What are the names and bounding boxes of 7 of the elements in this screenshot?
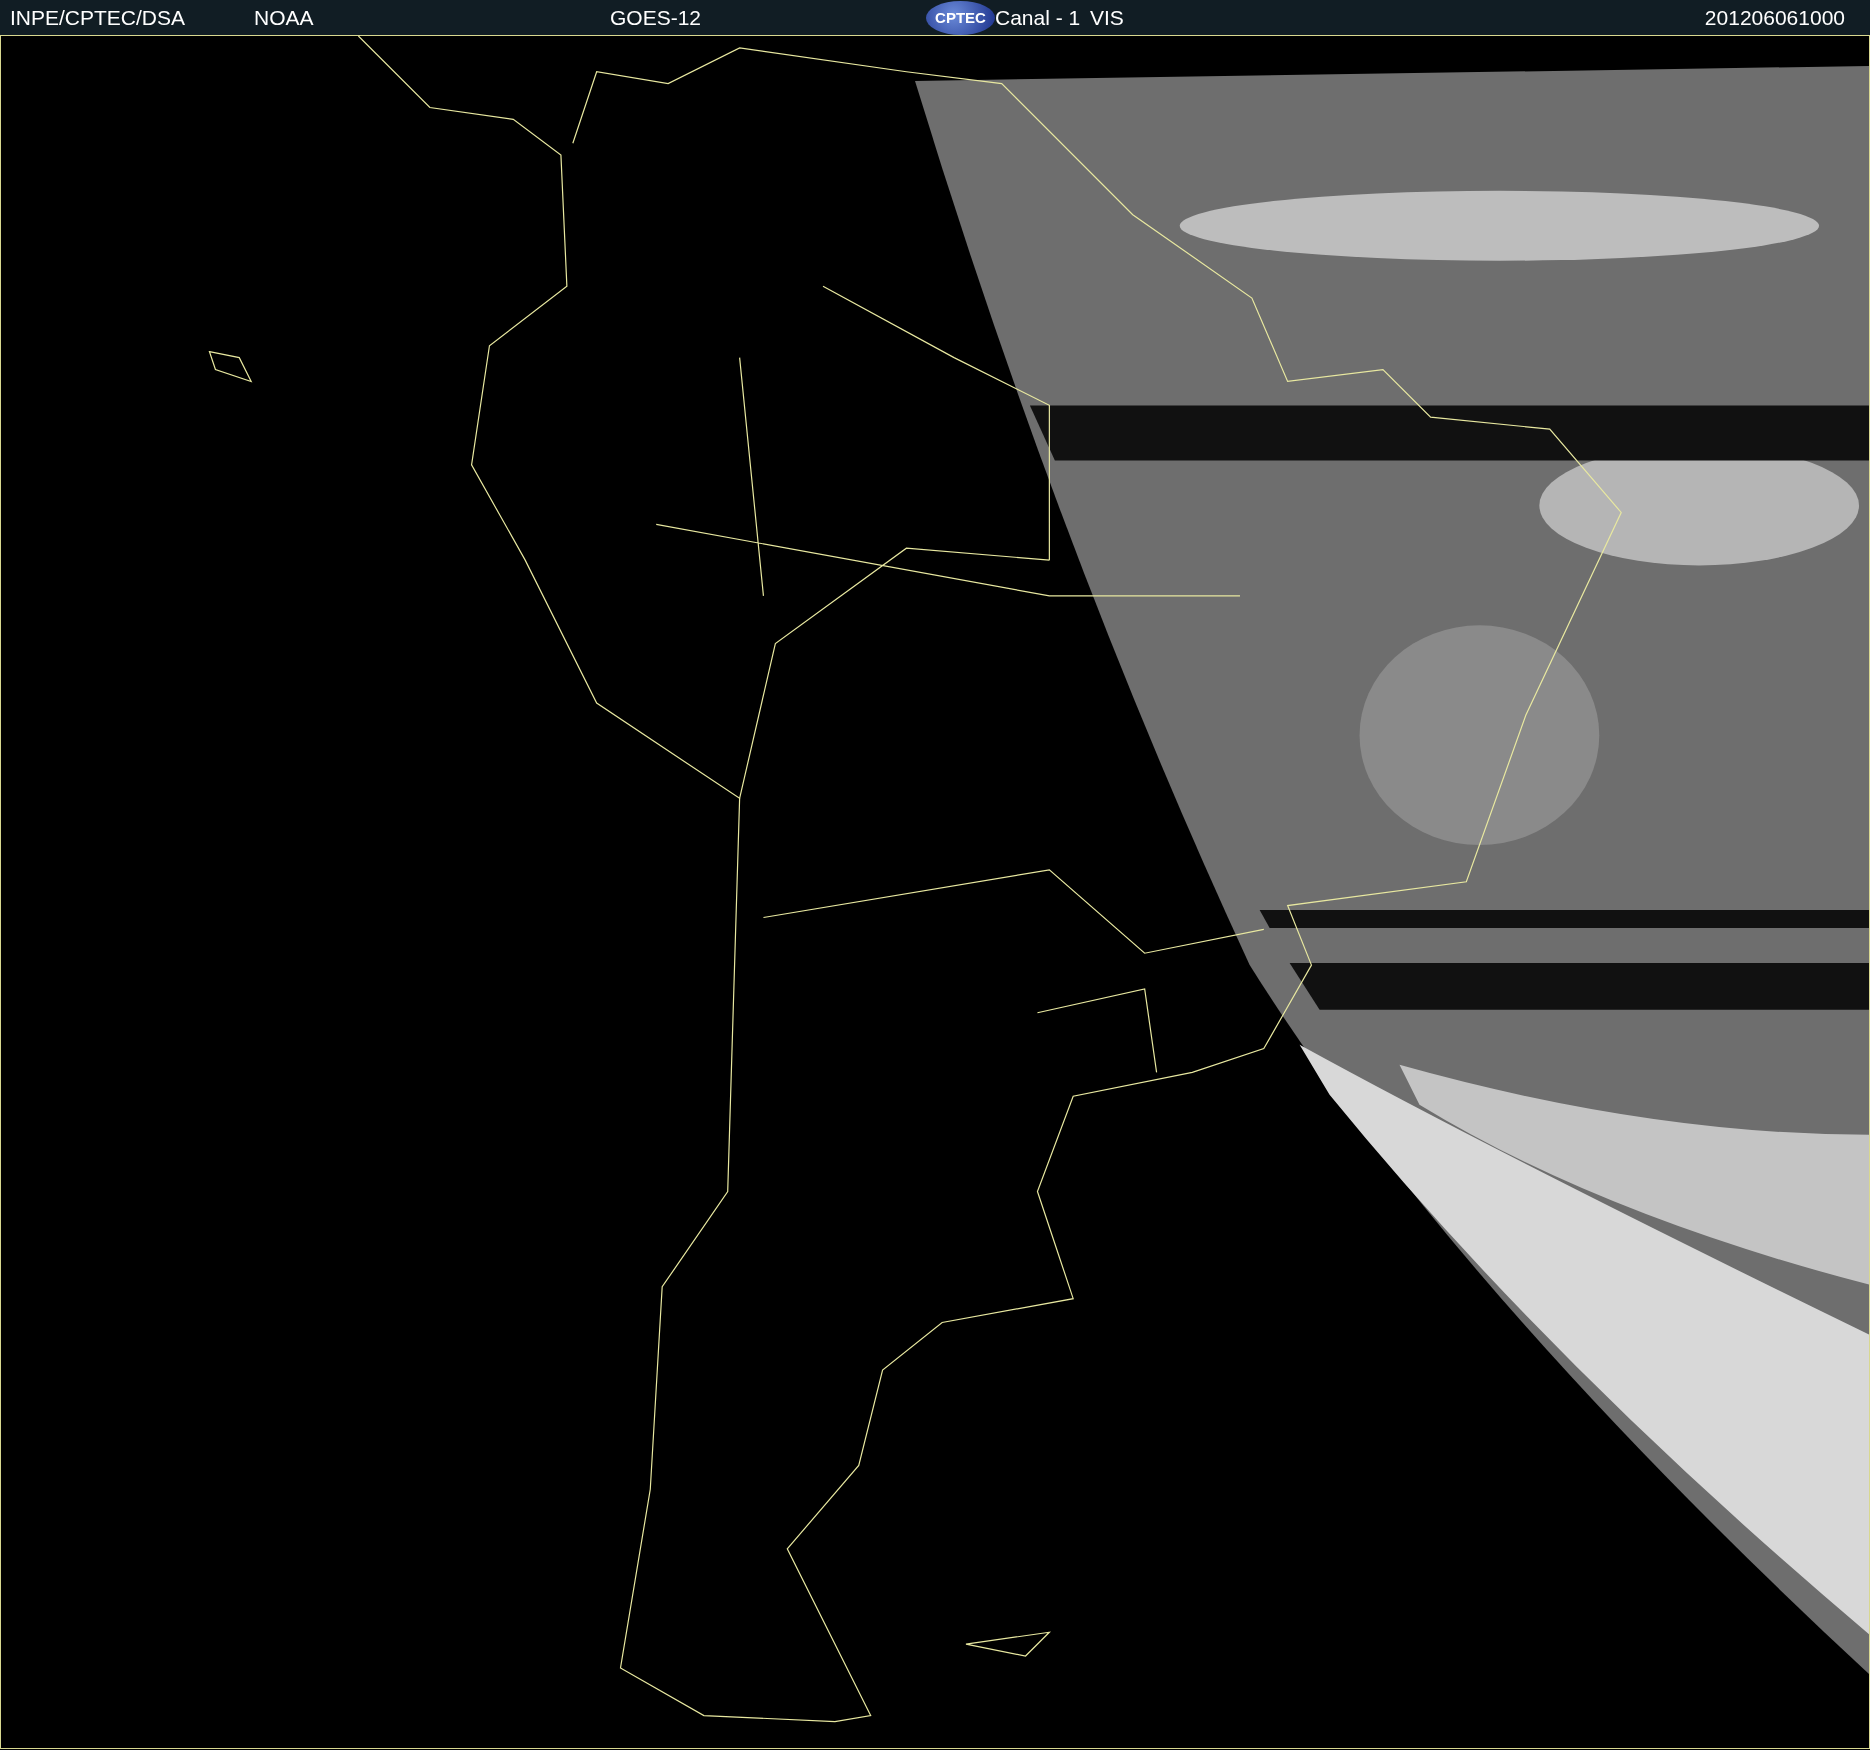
logo: CPTEC: [926, 0, 995, 35]
timestamp-label: 201206061000: [1704, 5, 1845, 30]
satellite-label: GOES-12: [610, 5, 702, 30]
channel-label: Canal - 1: [995, 5, 1081, 30]
agency-label: NOAA: [254, 5, 314, 30]
band-label: VIS: [1090, 5, 1124, 30]
source-label: INPE/CPTEC/DSA: [10, 5, 186, 30]
